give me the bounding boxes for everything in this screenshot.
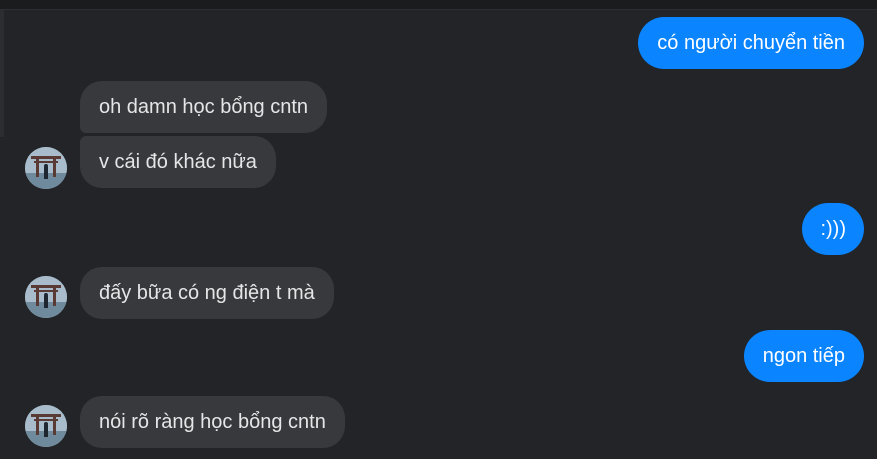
message-incoming[interactable]: v cái đó khác nữa: [80, 136, 276, 188]
chat-thread: có người chuyển tiền oh damn học bổng cn…: [0, 0, 877, 459]
profile-photo-icon: [25, 276, 67, 318]
message-outgoing[interactable]: ngon tiếp: [743, 330, 864, 382]
message-incoming[interactable]: đấy bữa có ng điện t mà: [80, 267, 334, 319]
message-text: oh damn học bổng cntn: [99, 96, 309, 118]
sidebar-edge: [0, 10, 4, 137]
contact-avatar[interactable]: [25, 147, 67, 189]
message-text: nói rõ ràng học bổng cntn: [99, 411, 326, 433]
message-text: :))): [820, 218, 846, 240]
message-incoming[interactable]: nói rõ ràng học bổng cntn: [80, 396, 345, 448]
profile-photo-icon: [25, 147, 67, 189]
message-text: có người chuyển tiền: [657, 32, 845, 54]
message-outgoing[interactable]: có người chuyển tiền: [638, 17, 864, 69]
message-incoming[interactable]: oh damn học bổng cntn: [80, 81, 328, 133]
contact-avatar[interactable]: [25, 405, 67, 447]
message-text: đấy bữa có ng điện t mà: [99, 282, 315, 304]
message-text: v cái đó khác nữa: [99, 151, 257, 173]
profile-photo-icon: [25, 405, 67, 447]
header-divider: [0, 0, 877, 10]
message-outgoing[interactable]: :))): [802, 203, 864, 255]
message-text: ngon tiếp: [762, 345, 845, 367]
contact-avatar[interactable]: [25, 276, 67, 318]
